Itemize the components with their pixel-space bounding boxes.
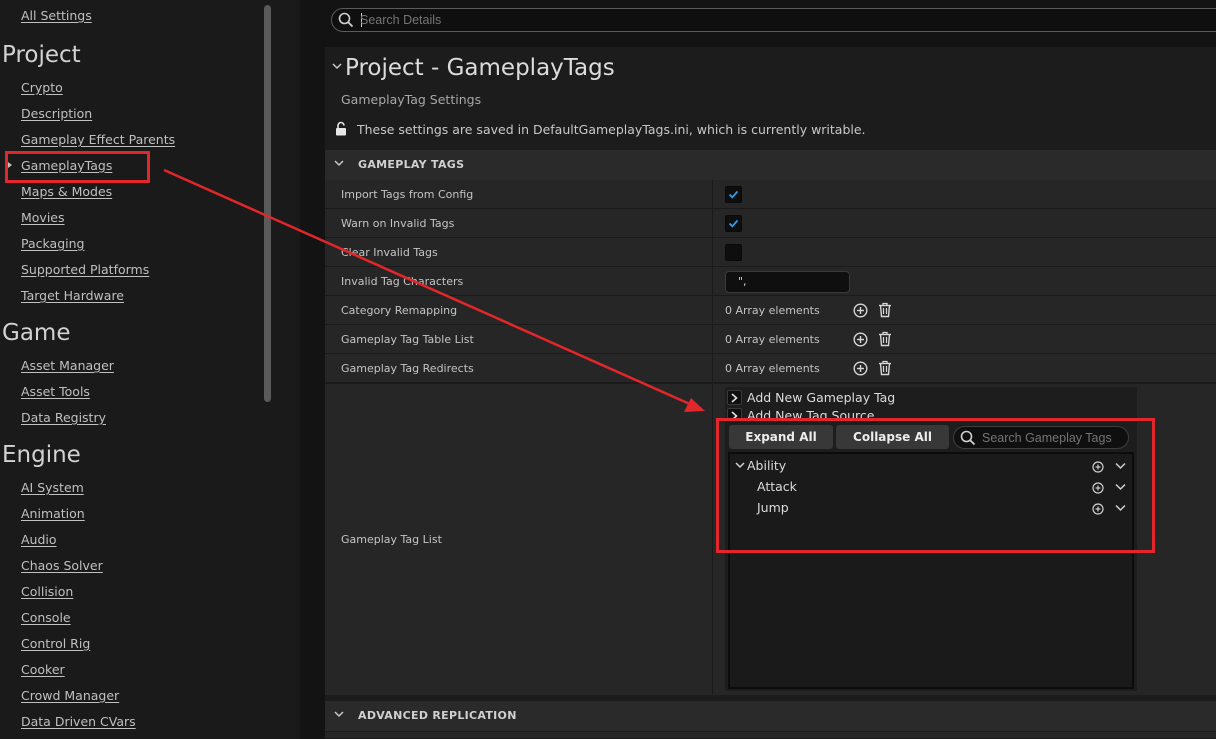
property-warn-on-invalid-tags: Warn on Invalid Tags: [325, 209, 1216, 238]
sidebar-item-ai-system[interactable]: AI System: [21, 480, 84, 495]
array-count: 0 Array elements: [725, 304, 820, 317]
property-label: Clear Invalid Tags: [341, 246, 438, 259]
property-label: Gameplay Tag Redirects: [341, 362, 474, 375]
sidebar-item-data-registry[interactable]: Data Registry: [21, 410, 106, 425]
sidebar-item-audio[interactable]: Audio: [21, 532, 57, 547]
section-heading-engine: Engine: [2, 442, 81, 468]
trash-icon[interactable]: [878, 360, 892, 376]
chevron-down-icon: [334, 711, 344, 718]
property-import-tags-from-config: Import Tags from Config: [325, 180, 1216, 209]
chevron-right-icon: [731, 393, 738, 403]
unlocked-icon: [336, 121, 346, 136]
sidebar-item-crypto[interactable]: Crypto: [21, 80, 63, 95]
page-title: Project - GameplayTags: [345, 55, 615, 81]
sidebar-item-collision[interactable]: Collision: [21, 584, 73, 599]
property-invalid-tag-characters: Invalid Tag Characters ",: [325, 267, 1216, 296]
category-label: GAMEPLAY TAGS: [358, 158, 465, 171]
sidebar-item-chaos-solver[interactable]: Chaos Solver: [21, 558, 103, 573]
expander-box[interactable]: [727, 390, 742, 405]
chevron-down-icon[interactable]: [332, 63, 342, 70]
property-label: Invalid Tag Characters: [341, 275, 464, 288]
checkmark-icon: [728, 219, 739, 228]
category-gameplay-tags[interactable]: GAMEPLAY TAGS: [325, 150, 1216, 180]
sidebar-item-gameplay-effect-parents[interactable]: Gameplay Effect Parents: [21, 132, 175, 147]
save-notice: These settings are saved in DefaultGamep…: [357, 122, 866, 137]
search-icon: [338, 12, 354, 28]
column-divider[interactable]: [712, 296, 713, 324]
property-gameplay-tag-redirects: Gameplay Tag Redirects 0 Array elements: [325, 354, 1216, 383]
column-divider[interactable]: [712, 384, 713, 695]
column-divider[interactable]: [712, 209, 713, 237]
sidebar-item-packaging[interactable]: Packaging: [21, 236, 84, 251]
sidebar-item-data-driven-cvars[interactable]: Data Driven CVars: [21, 714, 136, 729]
add-new-gameplay-tag-row[interactable]: Add New Gameplay Tag: [727, 389, 1107, 407]
details-search-input[interactable]: [360, 12, 1060, 28]
sidebar-item-supported-platforms[interactable]: Supported Platforms: [21, 262, 149, 277]
warn-invalid-checkbox[interactable]: [725, 215, 742, 232]
sidebar-item-control-rig[interactable]: Control Rig: [21, 636, 90, 651]
add-element-icon[interactable]: [853, 332, 868, 347]
details-panel: Project - GameplayTags GameplayTag Setti…: [300, 0, 1216, 739]
sidebar-item-crowd-manager[interactable]: Crowd Manager: [21, 688, 119, 703]
section-heading-game: Game: [2, 320, 71, 346]
add-element-icon[interactable]: [853, 361, 868, 376]
details-search-bar[interactable]: [331, 8, 1216, 32]
annotation-highlight-box: [5, 151, 150, 183]
clear-invalid-checkbox[interactable]: [725, 244, 742, 261]
section-heading-project: Project: [2, 42, 81, 68]
property-row-partial: [325, 732, 1216, 739]
property-label: Category Remapping: [341, 304, 458, 317]
property-clear-invalid-tags: Clear Invalid Tags: [325, 238, 1216, 267]
all-settings-link[interactable]: All Settings: [21, 8, 92, 23]
trash-icon[interactable]: [878, 302, 892, 318]
chevron-down-icon: [334, 160, 344, 167]
category-label: ADVANCED REPLICATION: [358, 709, 517, 722]
array-count: 0 Array elements: [725, 362, 820, 375]
sidebar-item-console[interactable]: Console: [21, 610, 71, 625]
page-subtitle: GameplayTag Settings: [341, 92, 482, 107]
settings-panel: Project - GameplayTags GameplayTag Setti…: [325, 47, 1216, 739]
property-label: Warn on Invalid Tags: [341, 217, 455, 230]
sidebar-item-cooker[interactable]: Cooker: [21, 662, 65, 677]
sidebar-item-asset-manager[interactable]: Asset Manager: [21, 358, 114, 373]
property-label: Gameplay Tag List: [341, 533, 442, 546]
checkmark-icon: [728, 190, 739, 199]
sidebar-item-description[interactable]: Description: [21, 106, 92, 121]
column-divider[interactable]: [712, 267, 713, 295]
column-divider[interactable]: [712, 180, 713, 208]
trash-icon[interactable]: [878, 331, 892, 347]
category-advanced-replication[interactable]: ADVANCED REPLICATION: [325, 701, 1216, 731]
column-divider[interactable]: [712, 354, 713, 382]
sidebar-item-maps-modes[interactable]: Maps & Modes: [21, 184, 112, 199]
property-label: Import Tags from Config: [341, 188, 474, 201]
import-tags-checkbox[interactable]: [725, 186, 742, 203]
property-label: Gameplay Tag Table List: [341, 333, 474, 346]
add-new-gameplay-tag-label[interactable]: Add New Gameplay Tag: [747, 390, 895, 405]
sidebar-scrollbar[interactable]: [264, 5, 271, 402]
property-category-remapping: Category Remapping 0 Array elements: [325, 296, 1216, 325]
sidebar-item-asset-tools[interactable]: Asset Tools: [21, 384, 90, 399]
sidebar-item-target-hardware[interactable]: Target Hardware: [21, 288, 124, 303]
column-divider[interactable]: [712, 238, 713, 266]
invalid-characters-field[interactable]: ",: [725, 271, 850, 293]
sidebar-item-movies[interactable]: Movies: [21, 210, 65, 225]
property-gameplay-tag-table-list: Gameplay Tag Table List 0 Array elements: [325, 325, 1216, 354]
array-count: 0 Array elements: [725, 333, 820, 346]
column-divider[interactable]: [712, 325, 713, 353]
add-element-icon[interactable]: [853, 303, 868, 318]
annotation-highlight-box: [716, 418, 1155, 553]
sidebar-item-animation[interactable]: Animation: [21, 506, 85, 521]
settings-sidebar: All Settings Project Crypto Description …: [0, 0, 300, 739]
